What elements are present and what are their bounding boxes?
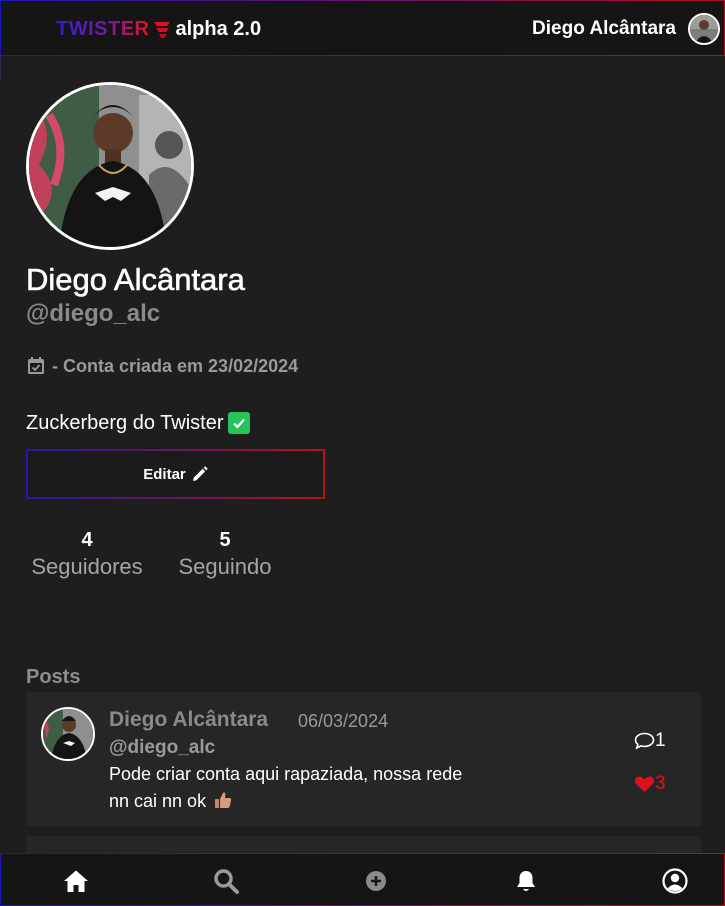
top-bar: TWISTER alpha 2.0 Diego Alcântara <box>0 0 725 56</box>
brand-name: TWISTER <box>56 17 150 40</box>
post-author[interactable]: Diego Alcântara <box>109 708 268 732</box>
followers-stat[interactable]: 4 Seguidores <box>26 528 148 582</box>
heart-icon <box>634 776 655 792</box>
check-icon <box>227 412 250 434</box>
calendar-icon <box>28 357 44 374</box>
post-card[interactable]: Diego Alcântara 06/03/2024 @diego_alc Po… <box>26 692 701 826</box>
bottom-nav <box>0 853 725 906</box>
posts-heading: Posts <box>26 666 81 688</box>
post-text-line: nn cai nn ok <box>109 788 509 815</box>
nav-notifications[interactable] <box>513 868 539 894</box>
following-stat[interactable]: 5 Seguindo <box>173 528 277 582</box>
brand-version: alpha 2.0 <box>175 17 262 40</box>
following-count: 5 <box>219 529 231 551</box>
bio-text: Zuckerberg do Twister <box>26 411 224 434</box>
user-menu[interactable]: Diego Alcântara <box>532 12 720 46</box>
divider <box>0 56 18 80</box>
profile-photo <box>26 82 194 250</box>
edit-profile-button[interactable]: Editar <box>26 449 325 499</box>
nav-search[interactable] <box>213 868 239 894</box>
home-icon <box>64 870 88 892</box>
nav-add[interactable] <box>363 868 389 894</box>
user-name: Diego Alcântara <box>532 18 676 39</box>
following-label: Seguindo <box>178 554 272 579</box>
bell-icon <box>517 871 535 891</box>
search-icon <box>214 869 239 894</box>
post-text: Pode criar conta aqui rapaziada, nossa r… <box>109 761 509 815</box>
post-text-line: Pode criar conta aqui rapaziada, nossa r… <box>109 764 463 784</box>
comment-icon <box>634 732 655 750</box>
edit-button-label: Editar <box>143 465 186 483</box>
brand-logo[interactable]: TWISTER alpha 2.0 <box>56 15 261 43</box>
twister-logo-icon <box>153 22 170 38</box>
profile-bio: Zuckerberg do Twister <box>26 410 250 436</box>
nav-home[interactable] <box>63 868 89 894</box>
avatar[interactable] <box>41 707 95 761</box>
nav-profile[interactable] <box>662 868 688 894</box>
like-count: 3 <box>655 773 666 794</box>
thumbs-up-icon <box>215 792 232 808</box>
account-created: - Conta criada em 23/02/2024 <box>26 354 298 378</box>
post-date: 06/03/2024 <box>298 711 389 731</box>
profile-handle: @diego_alc <box>26 300 161 327</box>
comment-count: 1 <box>655 730 666 751</box>
pencil-icon <box>192 466 208 481</box>
like-button[interactable]: 3 <box>634 773 666 795</box>
add-icon <box>366 871 386 891</box>
profile-icon <box>662 868 688 894</box>
post-text-line-content: nn cai nn ok <box>109 791 207 811</box>
followers-label: Seguidores <box>31 554 143 579</box>
followers-count: 4 <box>81 529 93 551</box>
profile-name: Diego Alcântara <box>26 262 245 298</box>
post-handle: @diego_alc <box>109 737 216 758</box>
account-created-text: - Conta criada em 23/02/2024 <box>52 355 299 376</box>
avatar[interactable] <box>688 13 720 45</box>
comment-button[interactable]: 1 <box>634 730 666 752</box>
